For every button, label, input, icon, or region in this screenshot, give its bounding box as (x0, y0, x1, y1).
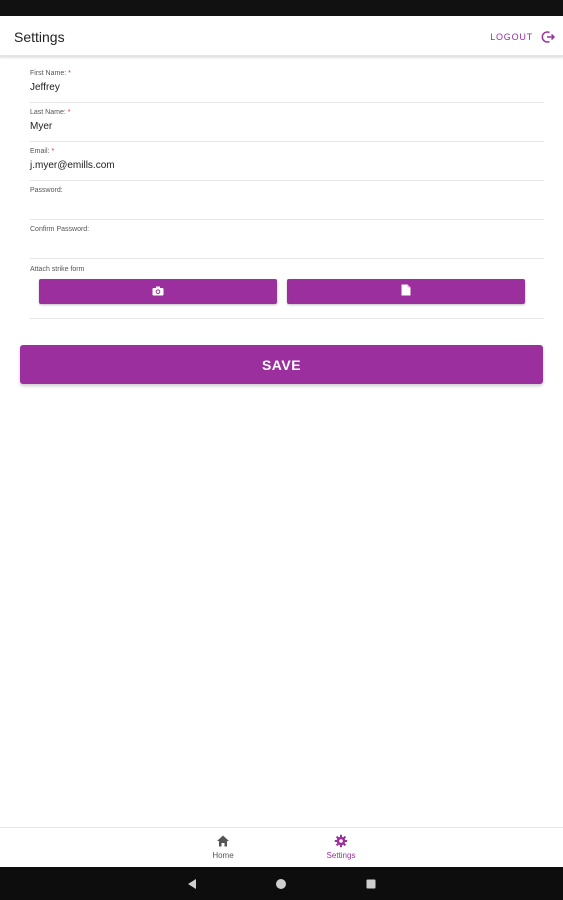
nav-item-home[interactable]: Home (188, 834, 258, 860)
last-name-label: Last Name: * (30, 109, 71, 116)
file-icon (401, 283, 411, 301)
confirm-password-input[interactable] (30, 238, 510, 252)
back-icon[interactable] (185, 877, 199, 891)
gear-icon (334, 834, 348, 848)
home-icon (216, 834, 230, 848)
nav-item-settings[interactable]: Settings (306, 834, 376, 860)
password-field: Password: (30, 181, 544, 220)
required-mark: * (51, 148, 55, 155)
recents-icon[interactable] (364, 877, 378, 891)
camera-button[interactable] (39, 279, 277, 304)
required-mark: * (68, 70, 71, 77)
android-navigation-bar (0, 867, 563, 900)
email-field: Email: * j.myer@emills.com (30, 142, 544, 181)
confirm-password-label: Confirm Password: (30, 226, 90, 233)
page-title: Settings (14, 29, 65, 45)
status-bar (0, 0, 563, 16)
save-button[interactable]: SAVE (20, 345, 543, 384)
first-name-label: First Name: * (30, 70, 71, 77)
logout-icon (541, 30, 556, 44)
camera-icon (152, 283, 164, 301)
confirm-password-field: Confirm Password: (30, 220, 544, 259)
settings-form: First Name: * Jeffrey Last Name: * Myer Em… (30, 64, 544, 319)
email-input[interactable]: j.myer@emills.com (30, 160, 510, 171)
attach-label: Attach strike form (30, 266, 85, 273)
last-name-input[interactable]: Myer (30, 121, 510, 132)
email-label: Email: * (30, 148, 55, 155)
bottom-nav: Home Settings (0, 827, 563, 867)
attach-strike-form-row: Attach strike form (30, 259, 544, 319)
logout-button[interactable]: LOGOUT (490, 25, 556, 49)
logout-label: LOGOUT (490, 32, 533, 42)
password-label: Password: (30, 187, 63, 194)
home-circle-icon[interactable] (274, 877, 288, 891)
last-name-field: Last Name: * Myer (30, 103, 544, 142)
first-name-input[interactable]: Jeffrey (30, 82, 510, 93)
file-button[interactable] (287, 279, 525, 304)
app-header: Settings LOGOUT (0, 16, 563, 57)
required-mark: * (67, 109, 71, 116)
nav-label-home: Home (212, 851, 234, 860)
password-input[interactable] (30, 199, 510, 213)
first-name-field: First Name: * Jeffrey (30, 64, 544, 103)
nav-label-settings: Settings (326, 851, 356, 860)
